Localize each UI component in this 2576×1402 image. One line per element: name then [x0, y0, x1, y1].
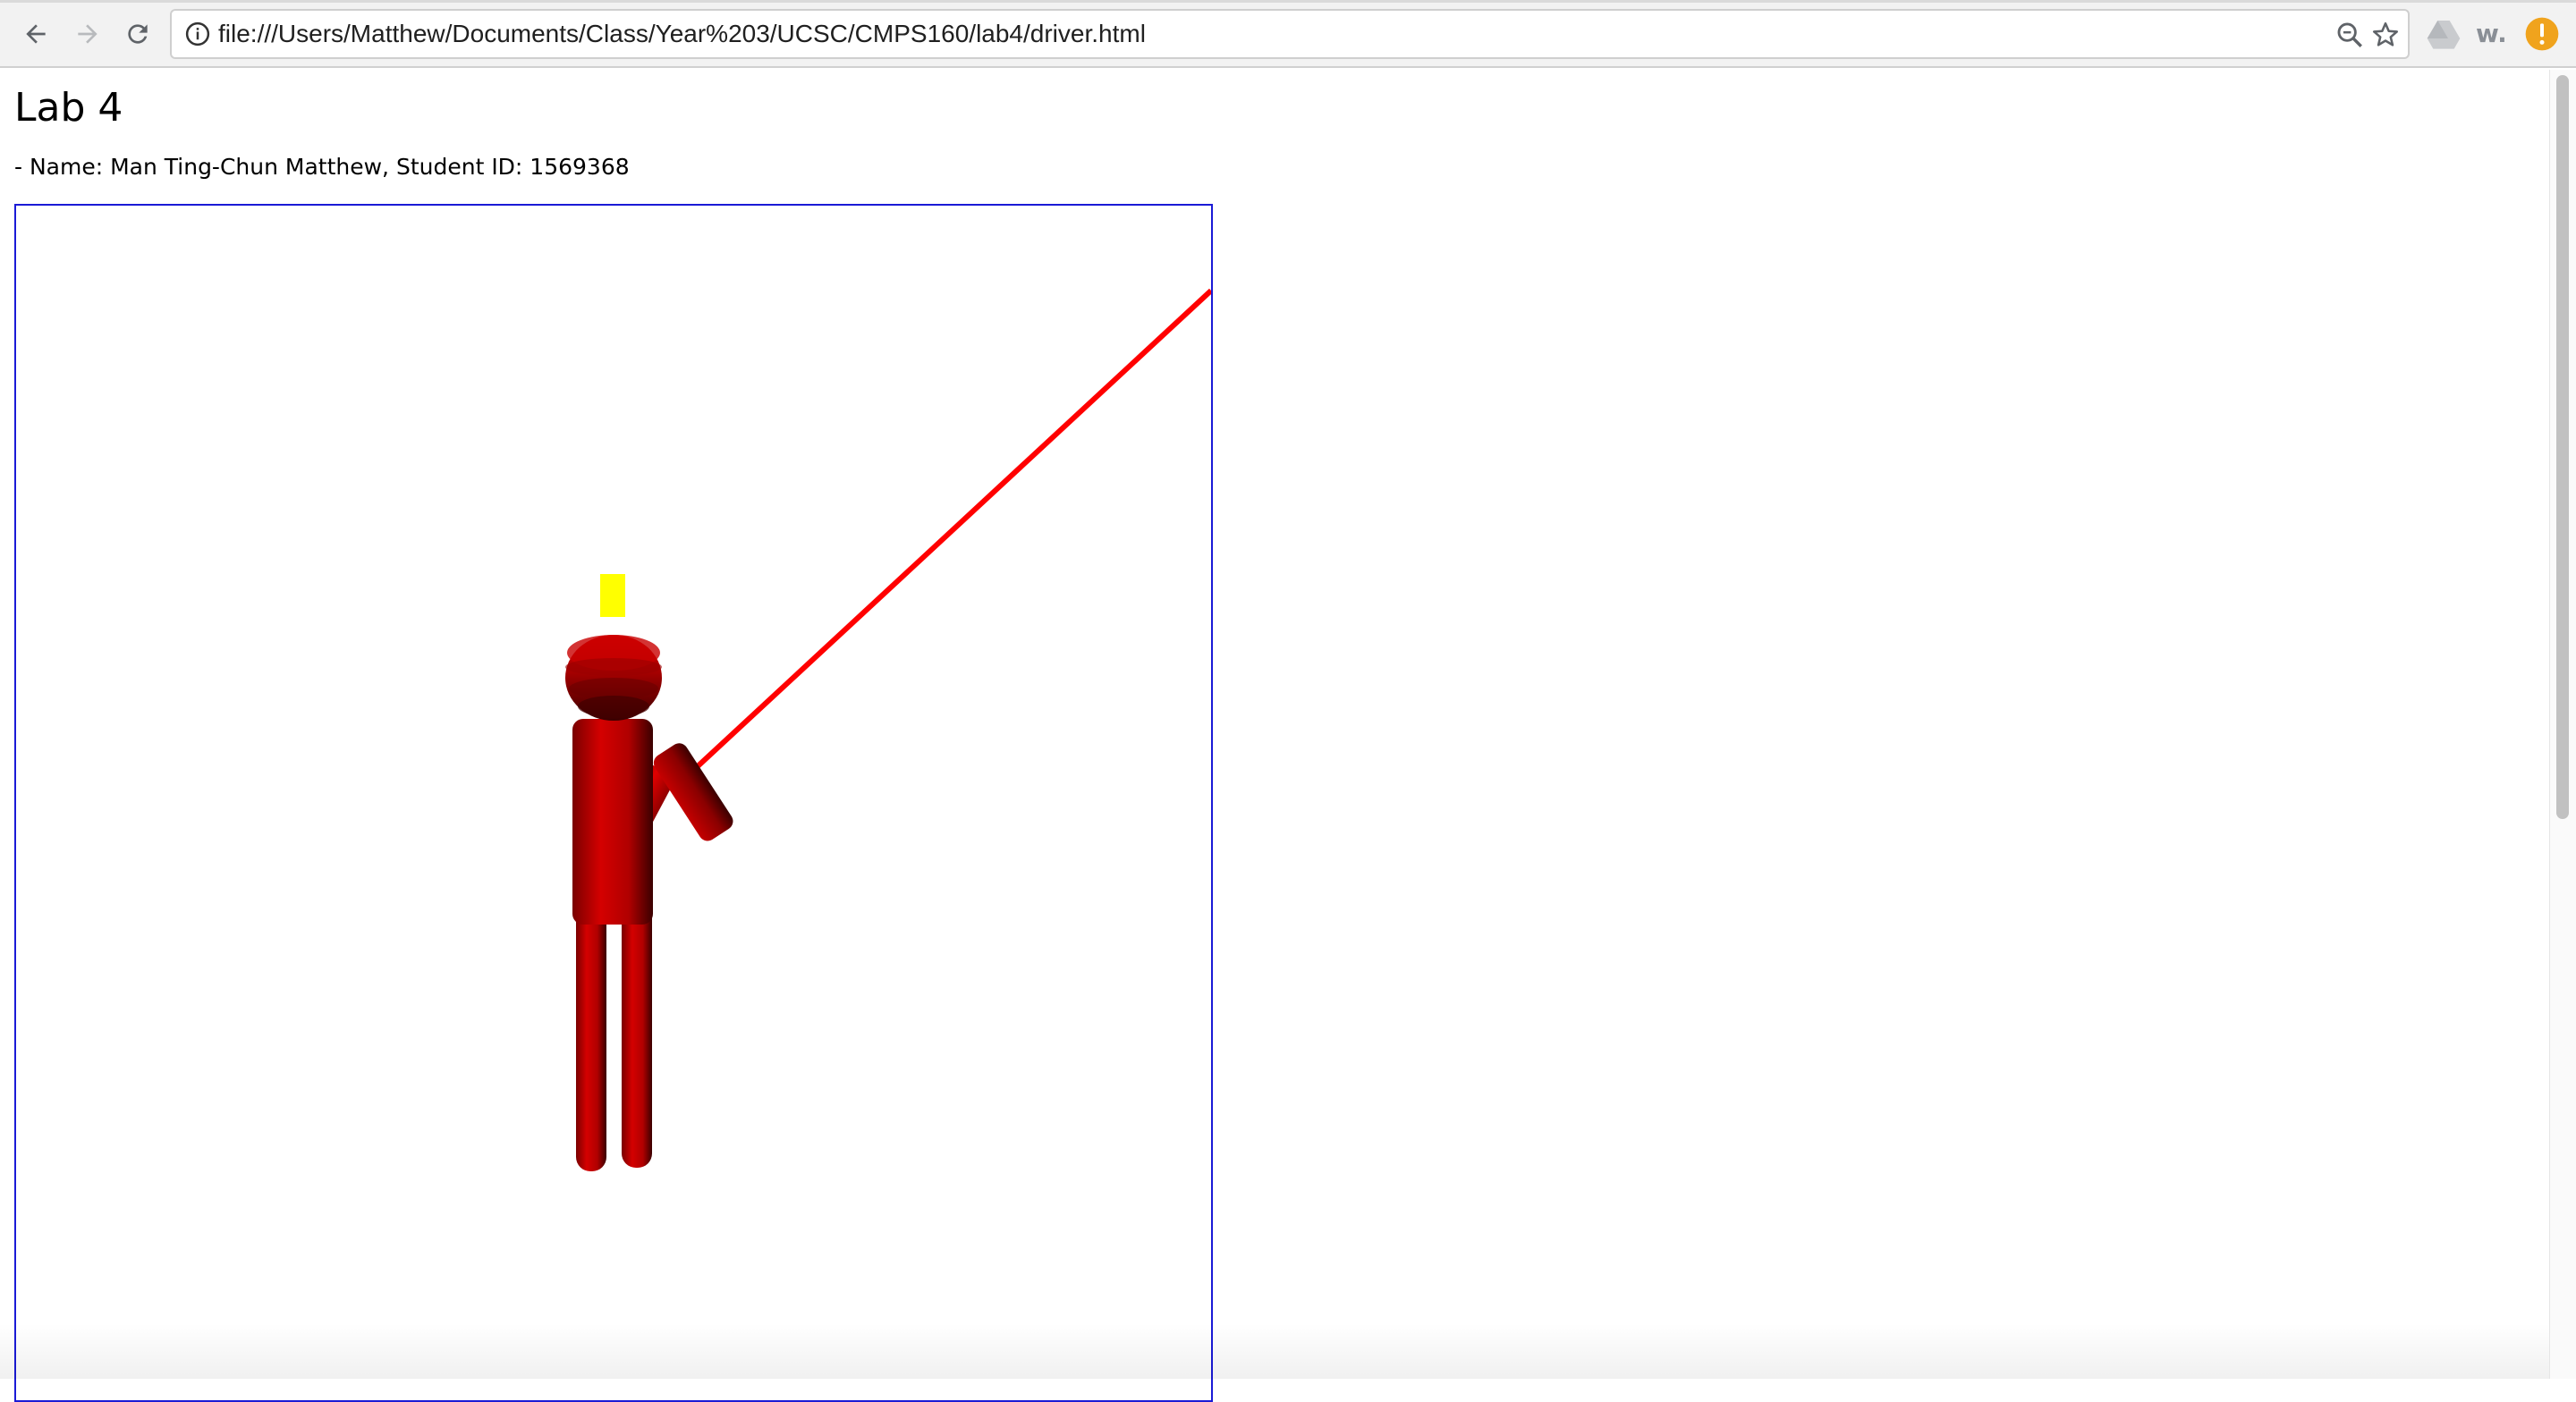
- alert-icon[interactable]: [2524, 16, 2560, 52]
- reload-button[interactable]: [118, 14, 157, 54]
- light-source-marker: [600, 574, 625, 617]
- address-bar[interactable]: file:///Users/Matthew/Documents/Class/Ye…: [170, 9, 2410, 59]
- browser-toolbar: file:///Users/Matthew/Documents/Class/Ye…: [0, 0, 2576, 68]
- w-extension-icon[interactable]: w.: [2476, 16, 2507, 52]
- scrollbar-thumb[interactable]: [2556, 75, 2569, 819]
- tab-strip-edge: [0, 0, 2576, 3]
- light-direction-line: [682, 288, 1211, 781]
- vertical-scrollbar[interactable]: [2549, 70, 2576, 1379]
- webgl-canvas[interactable]: [14, 204, 1213, 1402]
- zoom-icon[interactable]: [2334, 20, 2365, 50]
- url-text[interactable]: file:///Users/Matthew/Documents/Class/Ye…: [218, 11, 1146, 57]
- arrow-left-icon: [26, 24, 46, 44]
- torso: [572, 719, 653, 925]
- student-info: - Name: Man Ting-Chun Matthew, Student I…: [14, 154, 630, 180]
- arrow-right-icon: [78, 24, 97, 44]
- forward-button[interactable]: [68, 14, 107, 54]
- star-icon[interactable]: [2370, 20, 2401, 50]
- left-leg: [576, 903, 606, 1171]
- drive-icon[interactable]: [2426, 16, 2462, 52]
- page-content: Lab 4 - Name: Man Ting-Chun Matthew, Stu…: [0, 70, 2549, 1402]
- reload-icon: [128, 24, 148, 44]
- scene-render: [565, 288, 1211, 1171]
- page-title: Lab 4: [14, 85, 123, 131]
- back-button[interactable]: [16, 14, 55, 54]
- head: [565, 635, 662, 721]
- info-icon[interactable]: [184, 21, 211, 47]
- right-leg: [622, 903, 652, 1168]
